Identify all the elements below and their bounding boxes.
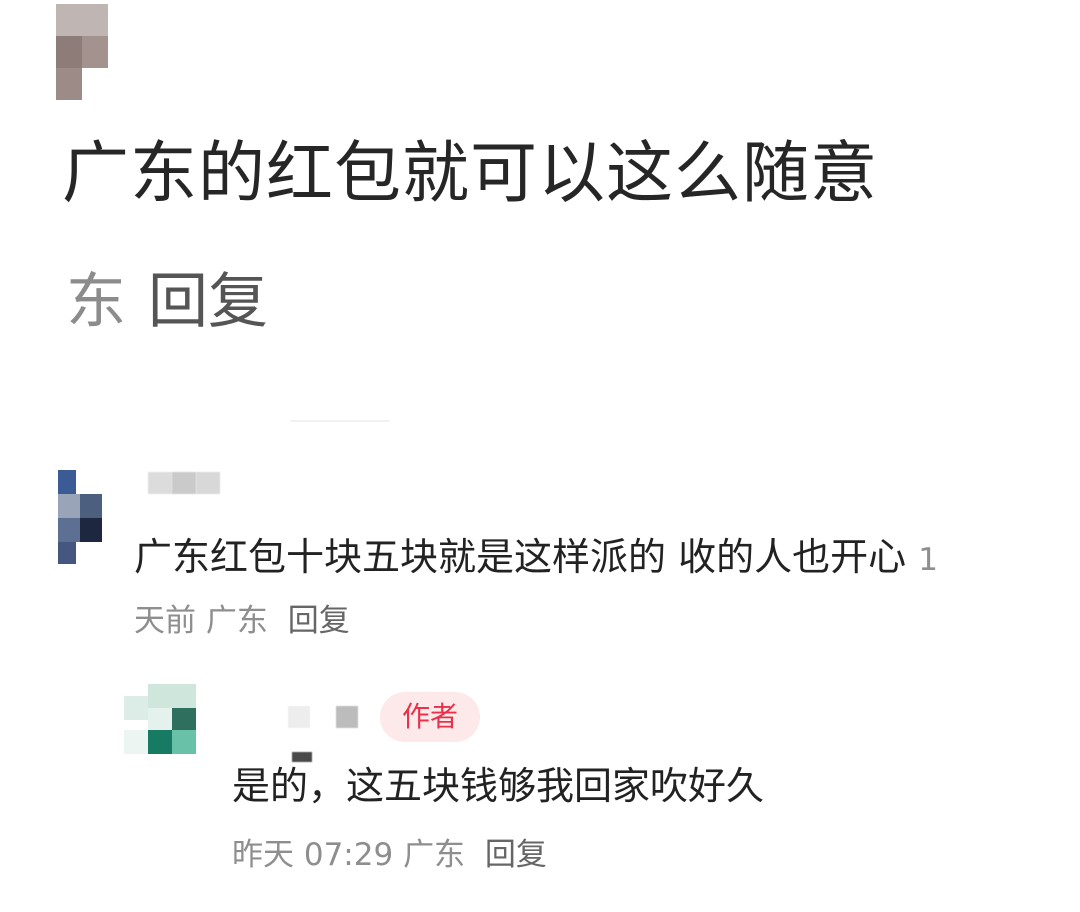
reply-author-name-redacted[interactable] — [288, 704, 362, 730]
reply-reply-button[interactable]: 回复 — [485, 837, 547, 873]
reply-text: 是的，这五块钱够我回家吹好久 — [232, 764, 765, 808]
reply-time: 昨天 07:29 — [232, 837, 394, 873]
comment-text: 广东红包十块五块就是这样派的 收的人也开心 — [134, 535, 907, 579]
post-author-avatar[interactable] — [56, 4, 108, 100]
post-title: 广东的红包就可以这么随意 — [62, 134, 878, 212]
comment-location: 广东 — [205, 603, 268, 639]
reply-meta: 昨天 07:29 广东 回复 — [232, 830, 547, 880]
comment-body: 广东红包十块五块就是这样派的 收的人也开心 1天前 广东 回复 — [134, 528, 964, 650]
post-reply-button[interactable]: 回复 — [148, 267, 268, 337]
author-badge: 作者 — [380, 692, 480, 742]
commenter-avatar[interactable] — [58, 470, 102, 564]
divider — [290, 420, 390, 422]
post-meta: 东回复 — [66, 262, 268, 342]
reply-author-avatar[interactable] — [124, 684, 196, 754]
commenter-name-redacted[interactable] — [148, 472, 220, 496]
comment-reply-button[interactable]: 回复 — [288, 603, 350, 639]
post-location: 东 — [66, 267, 126, 337]
reply-location: 广东 — [403, 837, 466, 873]
